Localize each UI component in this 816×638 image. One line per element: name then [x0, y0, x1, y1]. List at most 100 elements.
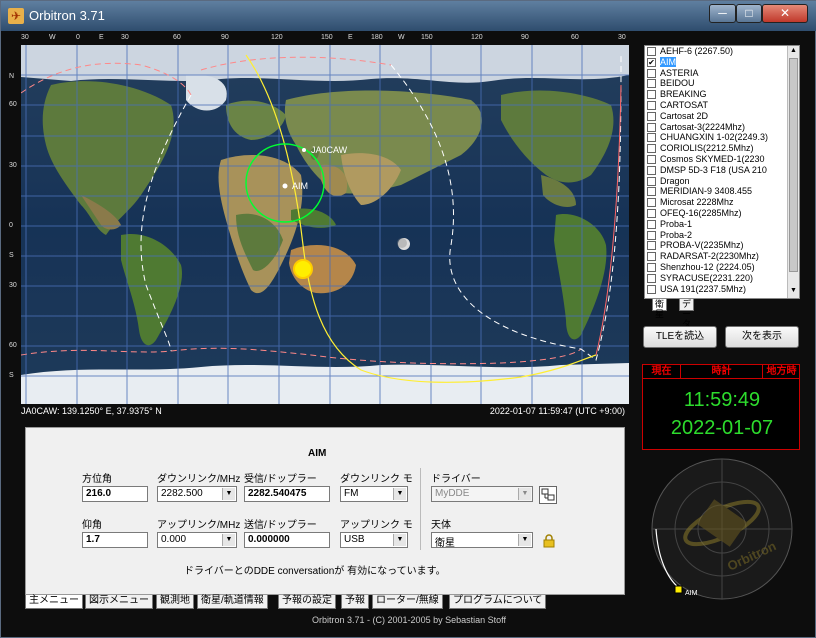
satellite-name: CARTOSAT	[660, 99, 709, 110]
satellite-checkbox[interactable]	[647, 90, 656, 100]
satellite-list-item[interactable]: BEIDOU	[645, 78, 799, 89]
satellite-list-item[interactable]: DMSP 5D-3 F18 (USA 210	[645, 165, 799, 176]
satellite-list-item[interactable]: Cartosat 2D	[645, 111, 799, 122]
uplink-mode-select[interactable]: USB ▼	[340, 532, 408, 548]
clock-header-clock[interactable]: 時計	[681, 365, 763, 379]
chevron-down-icon: ▼	[518, 534, 531, 546]
satellite-checkbox[interactable]	[647, 165, 656, 175]
satellite-list-item[interactable]: SYRACUSE(2231.220)	[645, 273, 799, 284]
tx-doppler-field[interactable]: 0.000000	[244, 532, 330, 548]
tab-prediction[interactable]: 予報	[341, 595, 369, 609]
satellite-list-item[interactable]: OFEQ-16(2285Mhz)	[645, 208, 799, 219]
satellite-list-item[interactable]: Microsat 2228Mhz	[645, 197, 799, 208]
satellite-list-item[interactable]: Cosmos SKYMED-1(2230	[645, 154, 799, 165]
clock-header-local[interactable]: 地方時	[763, 365, 800, 379]
azimuth-label: 方位角	[82, 474, 112, 485]
satellite-list-item[interactable]: AEHF-6 (2267.50)	[645, 46, 799, 57]
scroll-down-icon[interactable]: ▼	[789, 287, 798, 297]
satellite-name: SYRACUSE(2231.220)	[660, 272, 754, 283]
satellite-list[interactable]: AEHF-6 (2267.50) ✔ AIM ASTERIA BEIDOU BREAKIN…	[644, 45, 800, 299]
driver-settings-icon[interactable]	[539, 486, 557, 504]
satellite-list-item[interactable]: Shenzhou-12 (2224.05)	[645, 262, 799, 273]
elevation-field[interactable]: 1.7	[82, 532, 148, 548]
show-next-button[interactable]: 次を表示	[725, 326, 799, 348]
satellite-list-item[interactable]: ASTERIA	[645, 68, 799, 79]
tab-graphic-menu[interactable]: 図示メニュー	[85, 595, 153, 609]
rx-doppler-label: 受信/ドップラー	[244, 474, 317, 485]
load-tle-button[interactable]: TLEを読込	[643, 326, 717, 348]
tab-prediction-settings[interactable]: 予報の設定	[278, 595, 336, 609]
list-scrollbar[interactable]: ▲ ▼	[787, 46, 799, 298]
tab-about[interactable]: プログラムについて	[449, 595, 547, 609]
scroll-thumb[interactable]	[789, 58, 798, 272]
scroll-up-icon[interactable]: ▲	[789, 47, 798, 57]
satellite-list-item[interactable]: USA 191(2237.5Mhz)	[645, 284, 799, 295]
satellite-checkbox[interactable]	[647, 47, 656, 56]
satellite-list-item[interactable]: CHUANGXIN 1-02(2249.3)	[645, 132, 799, 143]
minimize-button[interactable]: ─	[709, 4, 736, 23]
tab-satellite-orbit[interactable]: 衛星/軌道情報	[197, 595, 268, 609]
maximize-button[interactable]: □	[736, 4, 762, 23]
satellite-checkbox[interactable]	[647, 262, 656, 272]
chevron-down-icon: ▼	[222, 488, 235, 500]
satellite-list-item[interactable]: Proba-2	[645, 230, 799, 241]
satellite-list-item[interactable]: Cartosat-3(2224Mhz)	[645, 122, 799, 133]
radar-satellite-label: AIM	[685, 590, 698, 597]
body-select[interactable]: 衛星 ▼	[431, 532, 533, 549]
chevron-down-icon: ▼	[222, 534, 235, 546]
satellite-checkbox[interactable]	[647, 100, 656, 110]
satellite-list-item[interactable]: BREAKING	[645, 89, 799, 100]
tab-location[interactable]: 観測地	[156, 595, 194, 609]
satellite-checkbox[interactable]	[647, 241, 656, 251]
satellite-list-item[interactable]: Proba-1	[645, 219, 799, 230]
satellite-list-item[interactable]: MERIDIAN-9 3408.455	[645, 186, 799, 197]
satellite-checkbox[interactable]	[647, 144, 656, 154]
tab-rotor-radio[interactable]: ローター/無線	[372, 595, 443, 609]
tab-satellites[interactable]: 衛星	[652, 299, 668, 319]
panel-satellite-title: AIM	[308, 448, 327, 459]
satellite-checkbox[interactable]	[647, 208, 656, 218]
satellite-checkbox[interactable]	[647, 198, 656, 208]
satellite-checkbox[interactable]	[647, 111, 656, 121]
satellite-checkbox[interactable]	[647, 273, 656, 283]
downlink-select[interactable]: 2282.500 ▼	[157, 486, 237, 502]
satellite-list-item[interactable]: RADARSAT-2(2230Mhz)	[645, 251, 799, 262]
satellite-checkbox[interactable]	[647, 230, 656, 240]
satellite-list-item[interactable]: PROBA-V(2235Mhz)	[645, 240, 799, 251]
satellite-checkbox[interactable]	[647, 252, 656, 262]
tab-main-menu[interactable]: 主メニュー	[25, 595, 83, 609]
satellite-list-item[interactable]: CORIOLIS(2212.5Mhz)	[645, 143, 799, 154]
satellite-checkbox[interactable]	[647, 187, 656, 197]
satellite-name: Cartosat 2D	[660, 110, 709, 121]
tab-data[interactable]: データ	[679, 299, 695, 329]
lock-icon[interactable]	[542, 534, 556, 548]
lat-tick: S	[9, 372, 14, 379]
driver-select[interactable]: MyDDE ▼	[431, 486, 533, 502]
satellite-checkbox[interactable]	[647, 176, 656, 186]
satellite-checkbox[interactable]	[647, 154, 656, 164]
satellite-checkbox[interactable]	[647, 79, 656, 89]
downlink-mode-select[interactable]: FM ▼	[340, 486, 408, 502]
map-status-bar: JA0CAW: 139.1250° E, 37.9375° N 2022-01-…	[21, 405, 629, 417]
satellite-list-item[interactable]: ✔ AIM	[645, 56, 799, 68]
clock-header-current[interactable]: 現在	[643, 365, 681, 379]
satellite-checkbox[interactable]	[647, 284, 656, 294]
rx-doppler-field[interactable]: 2282.540475	[244, 486, 330, 502]
title-bar[interactable]: ✈ Orbitron 3.71 ─ □ ✕	[1, 1, 816, 31]
satellite-checkbox[interactable]	[647, 133, 656, 143]
satellite-name: RADARSAT-2(2230Mhz)	[660, 251, 759, 262]
chevron-down-icon: ▼	[393, 488, 406, 500]
satellite-checkbox[interactable]: ✔	[647, 57, 656, 67]
azimuth-field[interactable]: 216.0	[82, 486, 148, 502]
satellite-list-item[interactable]: CARTOSAT	[645, 100, 799, 111]
uplink-select[interactable]: 0.000 ▼	[157, 532, 237, 548]
satellite-checkbox[interactable]	[647, 68, 656, 78]
satellite-checkbox[interactable]	[647, 122, 656, 132]
close-button[interactable]: ✕	[762, 4, 808, 23]
lon-tick: 120	[271, 34, 283, 41]
satellite-name: PROBA-V(2235Mhz)	[660, 240, 744, 251]
world-map[interactable]: JA0CAW AIM	[21, 45, 629, 404]
satellite-checkbox[interactable]	[647, 219, 656, 229]
clock-panel: 現在 時計 地方時 11:59:49 2022-01-07	[642, 364, 800, 450]
satellite-list-item[interactable]: Dragon	[645, 176, 799, 187]
